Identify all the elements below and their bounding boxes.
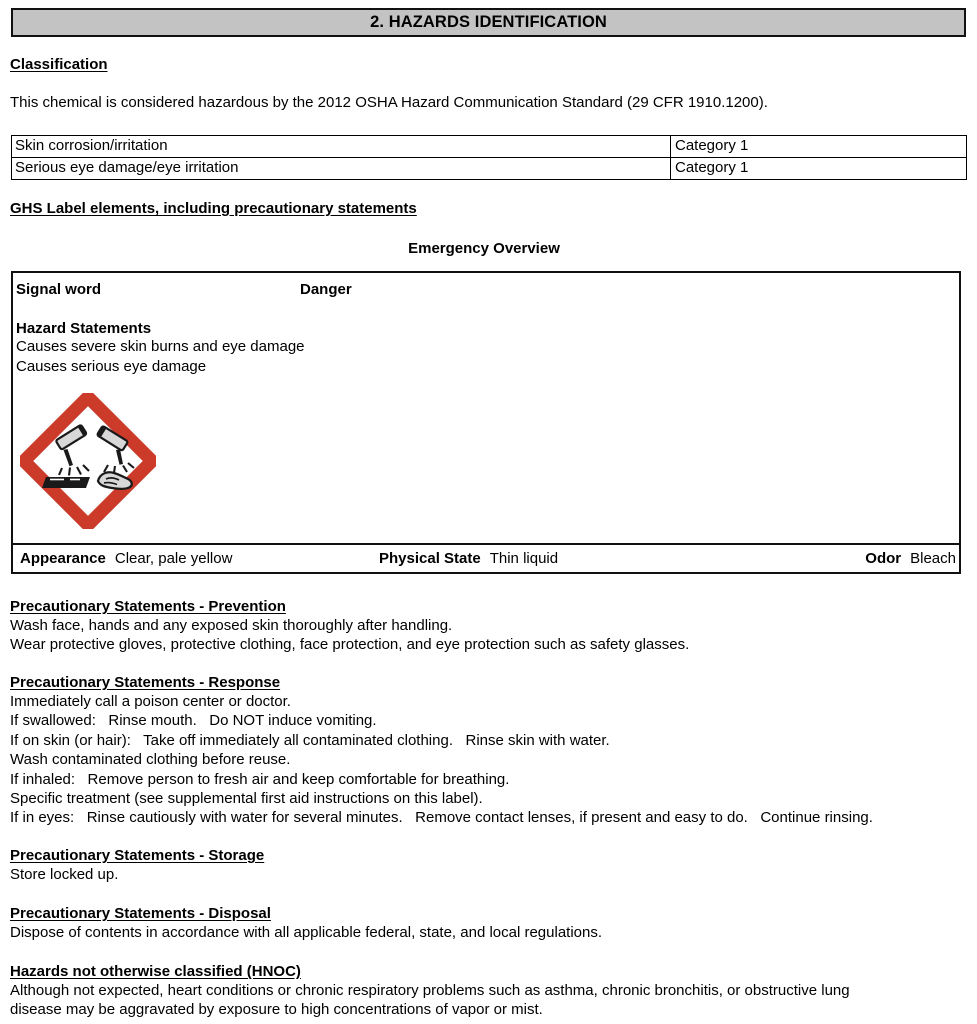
precautionary-storage-line: Store locked up. <box>10 866 119 883</box>
hazard-class-cell: Skin corrosion/irritation <box>11 135 671 158</box>
precautionary-response-line: If in eyes: Rinse cautiously with water … <box>10 809 873 827</box>
classification-intro-text: This chemical is considered hazardous by… <box>10 94 768 111</box>
ghs-label-elements-heading: GHS Label elements, including precaution… <box>10 200 417 217</box>
section-title: 2. HAZARDS IDENTIFICATION <box>370 13 607 32</box>
appearance-strip: Appearance Clear, pale yellow Physical St… <box>13 543 959 572</box>
hazard-statement-line: Causes serious eye damage <box>16 357 207 375</box>
odor-label: Odor <box>865 550 902 567</box>
hazard-class-cell: Serious eye damage/eye irritation <box>11 157 671 180</box>
signal-word-row: Signal word Danger <box>16 281 962 301</box>
precautionary-disposal-line: Dispose of contents in accordance with a… <box>10 924 603 941</box>
hnoc-block: Hazards not otherwise classified (HNOC) … <box>10 963 850 1020</box>
precautionary-prevention-line: Wash face, hands and any exposed skin th… <box>10 617 453 634</box>
appearance-label: Appearance <box>20 550 106 567</box>
signal-word-label: Signal word <box>16 281 102 298</box>
precautionary-response-line: If on skin (or hair): Take off immediate… <box>10 731 610 749</box>
physical-state-field: Physical State Thin liquid <box>379 550 558 567</box>
precautionary-response-heading: Precautionary Statements - Response <box>10 674 281 691</box>
precautionary-storage-heading: Precautionary Statements - Storage <box>10 847 265 864</box>
hazard-statements-block: Hazard Statements Causes severe skin bur… <box>16 320 305 376</box>
precautionary-prevention-block: Precautionary Statements - Prevention Wa… <box>10 598 689 655</box>
classification-table: Skin corrosion/irritation Category 1 Ser… <box>11 135 967 180</box>
ghs-corrosion-pictogram-icon <box>20 393 156 529</box>
emergency-overview-box: Signal word Danger Hazard Statements Cau… <box>11 271 961 574</box>
appearance-value: Clear, pale yellow <box>114 550 233 567</box>
precautionary-response-line: Specific treatment (see supplemental fir… <box>10 790 483 808</box>
hnoc-line: Although not expected, heart conditions … <box>10 982 850 999</box>
precautionary-response-line: Wash contaminated clothing before reuse. <box>10 751 291 769</box>
hazard-category-cell: Category 1 <box>670 157 967 180</box>
precautionary-response-block: Precautionary Statements - Response Imme… <box>10 674 873 828</box>
emergency-overview-title: Emergency Overview <box>408 240 560 257</box>
precautionary-prevention-heading: Precautionary Statements - Prevention <box>10 598 286 615</box>
precautionary-response-line: If inhaled: Remove person to fresh air a… <box>10 770 510 788</box>
hazard-category-cell: Category 1 <box>670 135 967 158</box>
table-row: Skin corrosion/irritation Category 1 <box>11 135 967 158</box>
signal-word-value: Danger <box>300 281 352 298</box>
precautionary-response-line: Immediately call a poison center or doct… <box>10 693 291 710</box>
physical-state-label: Physical State <box>379 550 481 567</box>
precautionary-prevention-line: Wear protective gloves, protective cloth… <box>10 636 690 654</box>
odor-field: Odor Bleach <box>865 550 956 567</box>
classification-heading: Classification <box>10 56 108 73</box>
sds-section-page: 2. HAZARDS IDENTIFICATION Classification… <box>0 0 977 1024</box>
precautionary-disposal-heading: Precautionary Statements - Disposal <box>10 905 271 922</box>
hazard-statement-line: Causes severe skin burns and eye damage <box>16 338 305 355</box>
physical-state-value: Thin liquid <box>489 550 559 567</box>
hnoc-heading: Hazards not otherwise classified (HNOC) <box>10 963 301 980</box>
hazard-statements-heading: Hazard Statements <box>16 320 152 337</box>
table-row: Serious eye damage/eye irritation Catego… <box>11 157 967 180</box>
section-header-bar: 2. HAZARDS IDENTIFICATION <box>11 8 966 37</box>
precautionary-response-line: If swallowed: Rinse mouth. Do NOT induce… <box>10 712 377 730</box>
odor-value: Bleach <box>910 550 956 567</box>
precautionary-disposal-block: Precautionary Statements - Disposal Disp… <box>10 905 602 942</box>
precautionary-storage-block: Precautionary Statements - Storage Store… <box>10 847 264 884</box>
hnoc-line: disease may be aggravated by exposure to… <box>10 1001 543 1019</box>
appearance-field: Appearance Clear, pale yellow <box>20 550 232 567</box>
